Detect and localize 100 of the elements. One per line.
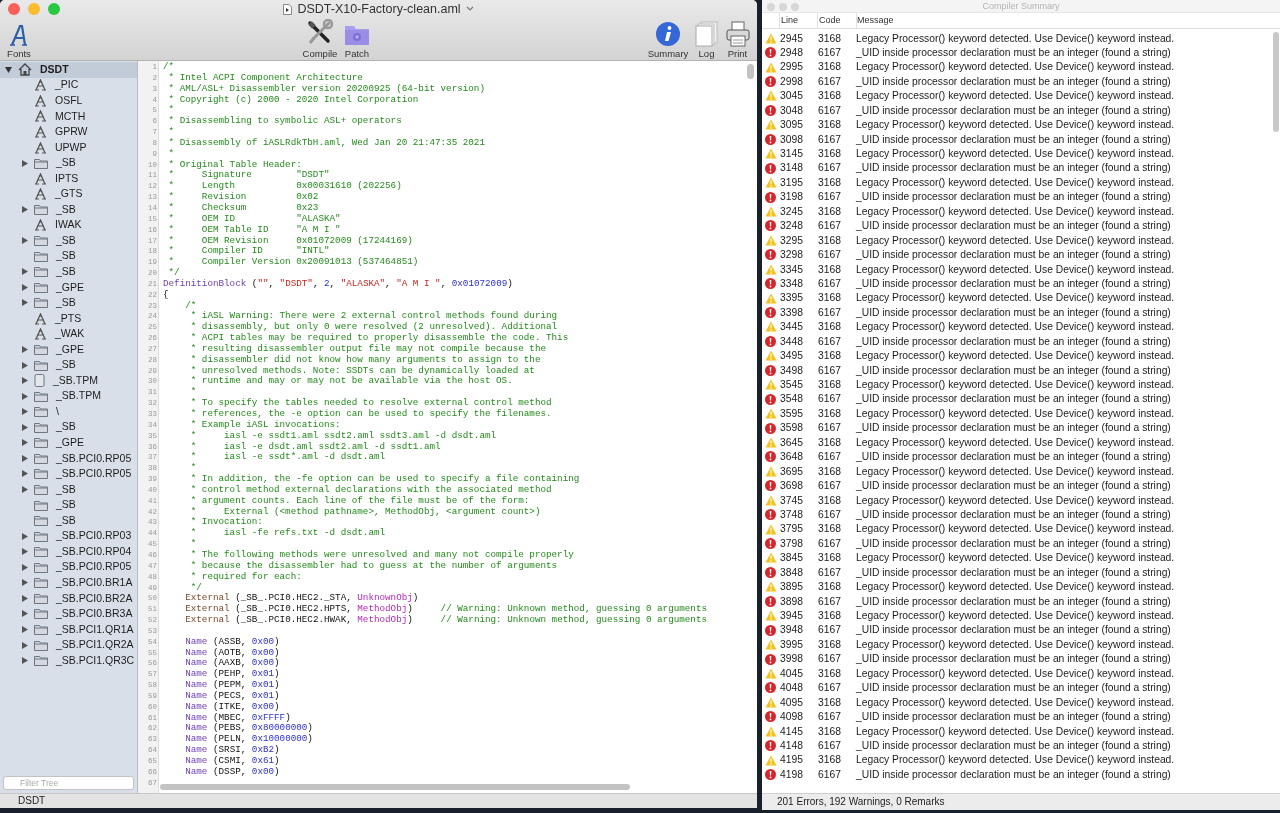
tree-item[interactable]: _SB.PCI0.RP04 xyxy=(0,543,137,560)
table-cell-text: 3845 xyxy=(779,551,804,566)
table-cell-text: 3168 xyxy=(817,262,842,277)
disclosure-triangle-icon[interactable] xyxy=(21,625,28,633)
folder-icon xyxy=(34,468,48,480)
scrollbar-thumb[interactable] xyxy=(747,64,754,79)
tree-item[interactable]: _SB xyxy=(0,419,137,436)
tree-item[interactable]: GPRW xyxy=(0,124,137,140)
disclosure-triangle-icon[interactable] xyxy=(21,377,28,385)
compile-button[interactable]: Compile xyxy=(300,18,340,60)
tree-item[interactable]: _SB.PCI1.QR3C xyxy=(0,652,137,669)
table-cell-text: 3168 xyxy=(817,291,842,306)
folder-icon xyxy=(34,592,48,604)
print-button[interactable]: Print xyxy=(722,20,753,60)
tree-item[interactable]: _PIC xyxy=(0,77,137,94)
fonts-button[interactable]: Fonts xyxy=(4,22,34,60)
tree-item[interactable]: _GPE xyxy=(0,435,137,451)
tree-item[interactable]: _SB.PCI0.RP05 xyxy=(0,450,137,467)
code-line: DefinitionBlock ("", "DSDT", 2, "ALASKA", "A M I ", 0x01072009) xyxy=(162,278,513,290)
tree-item[interactable]: IPTS xyxy=(0,170,137,187)
tree-item[interactable]: _SB xyxy=(0,264,137,280)
tree-item[interactable]: _SB.TPM xyxy=(0,372,137,389)
disclosure-triangle-icon[interactable] xyxy=(21,392,28,400)
disclosure-triangle-icon[interactable] xyxy=(21,548,28,556)
tree-item[interactable]: _SB xyxy=(0,481,137,498)
disclosure-triangle-icon[interactable] xyxy=(21,594,28,602)
summary-button[interactable]: Summary xyxy=(645,20,691,60)
tree-item[interactable]: _SB xyxy=(0,155,137,171)
tree-item[interactable]: DSDT xyxy=(0,62,137,78)
disclosure-triangle-icon[interactable] xyxy=(21,206,28,214)
table-cell-text: Legacy Processor() keyword detected. Use Device() keyword instead. xyxy=(856,233,1175,248)
disclosure-triangle-icon[interactable] xyxy=(21,299,28,307)
compass-icon xyxy=(34,79,47,92)
folder-icon xyxy=(34,359,48,371)
table-cell-text: 3168 xyxy=(817,695,842,710)
tree-item[interactable]: _WAK xyxy=(0,326,137,342)
tree-item[interactable]: _SB.PCI1.QR1A xyxy=(0,621,137,638)
tree-item[interactable]: _PTS xyxy=(0,310,137,327)
table-cell-text: 3445 xyxy=(779,320,804,335)
chevron-icon[interactable] xyxy=(465,6,474,13)
tree-item[interactable]: _SB xyxy=(0,201,137,218)
folder-icon xyxy=(34,421,48,433)
disclosure-triangle-icon[interactable] xyxy=(21,657,28,665)
disclosure-triangle-icon[interactable] xyxy=(21,346,28,354)
tree-item[interactable]: _SB xyxy=(0,248,137,265)
table-cell-text: 3348 xyxy=(779,276,804,291)
disclosure-triangle-icon[interactable] xyxy=(21,563,28,571)
tree-item[interactable]: UPWP xyxy=(0,139,137,156)
tree-item[interactable]: MCTH xyxy=(0,108,137,125)
disclosure-triangle-icon[interactable] xyxy=(21,423,28,431)
table-cell-text: 3145 xyxy=(779,147,804,161)
tree-item[interactable]: _GPE xyxy=(0,341,137,358)
disclosure-triangle-icon[interactable] xyxy=(21,408,28,416)
tree-item[interactable]: _SB xyxy=(0,512,137,529)
table-cell-text: 6167 xyxy=(817,334,842,349)
disclosure-triangle-icon[interactable] xyxy=(21,237,28,245)
column-header[interactable]: Message xyxy=(856,13,1280,28)
disclosure-triangle-icon[interactable] xyxy=(21,470,28,478)
disclosure-triangle-icon[interactable] xyxy=(21,439,28,447)
tree-item[interactable]: IWAK xyxy=(0,217,137,233)
tree-item[interactable]: _SB.PCI0.RP03 xyxy=(0,528,137,544)
log-button[interactable]: Log xyxy=(691,20,722,60)
tree-item[interactable]: _SB.PCI0.RP05 xyxy=(0,559,137,576)
table-cell-text: 3168 xyxy=(817,551,842,566)
filter-field[interactable]: Filter Tree xyxy=(3,776,134,790)
tree-item[interactable]: _SB.PCI0.BR2A xyxy=(0,590,137,607)
disclosure-triangle-icon[interactable] xyxy=(21,532,28,540)
tree-item[interactable]: _SB.PCI1.QR2A xyxy=(0,637,137,653)
tree-item[interactable]: _SB xyxy=(0,233,137,249)
disclosure-triangle-icon[interactable] xyxy=(21,579,28,587)
disclosure-triangle-icon[interactable] xyxy=(21,268,28,276)
disclosure-triangle-icon[interactable] xyxy=(21,454,28,462)
column-header[interactable]: Code xyxy=(817,13,856,28)
disclosure-triangle-icon[interactable] xyxy=(21,159,28,167)
tree-item[interactable]: _GTS xyxy=(0,186,137,202)
scrollbar-thumb[interactable] xyxy=(1273,32,1279,132)
tree-item[interactable]: \ xyxy=(0,404,137,420)
disclosure-triangle-icon[interactable] xyxy=(21,610,28,618)
disclosure-triangle-icon[interactable] xyxy=(21,486,28,494)
tree-item[interactable]: _SB.PCI0.BR1A xyxy=(0,575,137,591)
table-cell-text: Legacy Processor() keyword detected. Use Device() keyword instead. xyxy=(856,262,1175,277)
table-cell-text: _UID inside processor declaration must be an integer (found a string) xyxy=(856,536,1171,551)
tree-item[interactable]: _SB.PCI0.RP05 xyxy=(0,466,137,482)
code-line: { xyxy=(162,289,169,301)
tree-item[interactable]: _GPE xyxy=(0,279,137,296)
tree-item[interactable]: _SB.PCI0.BR3A xyxy=(0,606,137,622)
disclosure-triangle-icon[interactable] xyxy=(21,641,28,649)
column-header[interactable]: Line xyxy=(779,13,817,28)
tree-item[interactable]: _SB xyxy=(0,357,137,373)
tree-item[interactable]: _SB.TPM xyxy=(0,388,137,405)
tree-item[interactable]: _SB xyxy=(0,295,137,311)
table-cell-text: 3298 xyxy=(779,248,804,263)
table-cell-text: Legacy Processor() keyword detected. Use Device() keyword instead. xyxy=(856,175,1175,190)
scrollbar-thumb[interactable] xyxy=(160,784,630,790)
disclosure-triangle-icon[interactable] xyxy=(21,361,28,369)
patch-button[interactable]: Patch xyxy=(340,20,374,60)
disclosure-triangle-icon[interactable] xyxy=(21,283,28,291)
disclosure-triangle-icon[interactable] xyxy=(5,66,12,73)
tree-item[interactable]: _SB xyxy=(0,497,137,513)
tree-item[interactable]: OSFL xyxy=(0,93,137,109)
